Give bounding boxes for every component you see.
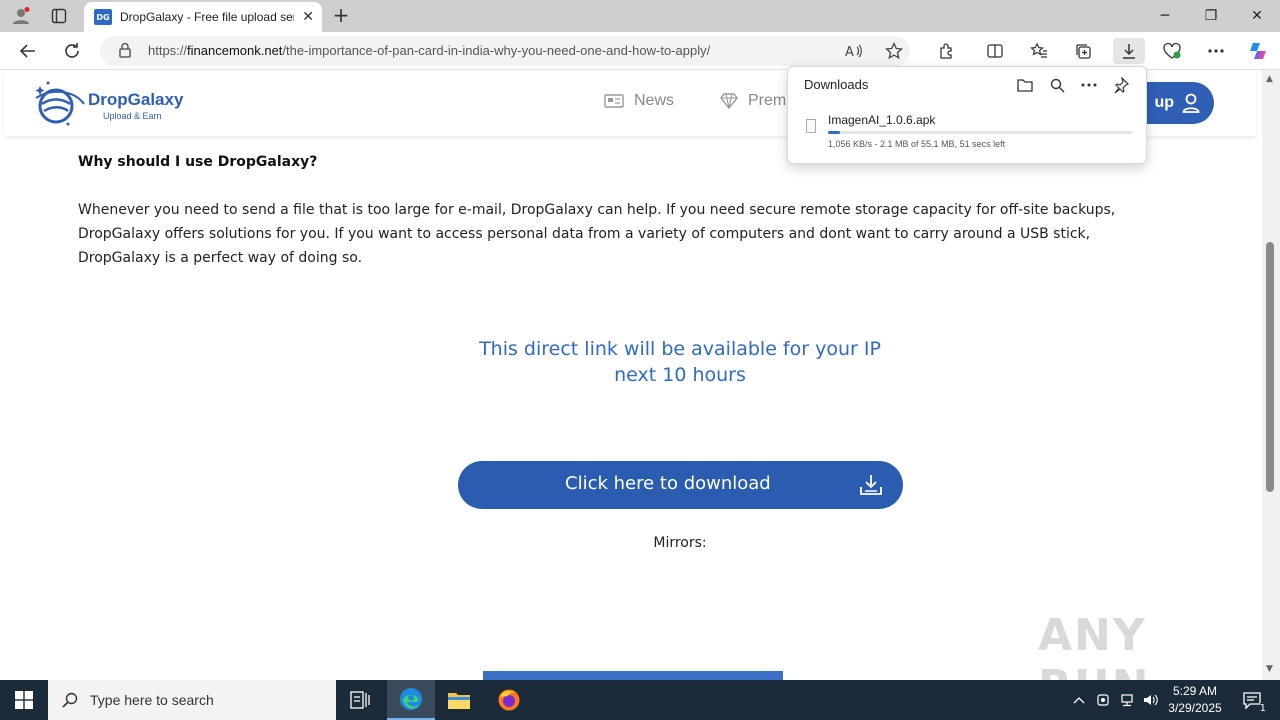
notification-count: 1 [1259,703,1266,714]
mirrors-label: Mirrors: [653,535,707,551]
edge-icon [400,688,422,710]
nav-news-label: News [634,92,675,109]
svg-text:A: A [845,45,854,59]
taskbar-file-explorer[interactable] [435,680,483,720]
url-host: financemonk.net [187,43,283,58]
faq-section: Why should I use DropGalaxy? Whenever yo… [78,154,1168,270]
extensions-icon[interactable] [933,38,961,64]
tab-strip: DG DropGalaxy - Free file upload service… [0,0,1280,32]
link-availability-notice: This direct link will be available for y… [380,336,980,388]
start-button[interactable] [0,680,48,720]
download-item[interactable]: ImagenAI_1.0.6.apk 1,056 KB/s - 2.1 MB o… [794,105,1140,159]
scroll-down-arrow-icon[interactable]: ▼ [1266,664,1273,674]
download-button-label: Click here to download [565,473,771,494]
download-button[interactable]: Click here to download [458,461,903,509]
browser-toolbar: https://financemonk.net/the-importance-o… [0,32,1280,70]
page-scrollbar[interactable]: ▲ ▼ [1262,70,1280,680]
taskbar-firefox[interactable] [485,680,533,720]
search-icon [62,692,78,708]
tab-dropgalaxy[interactable]: DG DropGalaxy - Free file upload service… [84,2,322,32]
url-scheme: https:// [148,43,188,58]
taskbar-clock[interactable]: 5:29 AM 3/29/2025 [1160,683,1230,717]
nav-premium[interactable]: Prem [720,92,786,110]
scroll-up-arrow-icon[interactable]: ▲ [1266,74,1273,84]
volume-icon[interactable] [1140,680,1162,720]
url-path: /the-importance-of-pan-card-in-india-why… [282,43,711,58]
new-tab-button[interactable]: + [330,3,352,27]
task-view-icon [350,691,370,709]
downloads-more-icon[interactable] [1078,75,1100,95]
refresh-button[interactable] [58,38,86,64]
back-button[interactable] [14,38,42,64]
taskbar: Type here to search 5:29 AM 3/29/2025 1 [0,680,1280,720]
nav-news[interactable]: News [604,92,674,110]
favorite-star-icon[interactable] [880,38,908,64]
clock-date: 3/29/2025 [1168,701,1222,715]
taskbar-search[interactable]: Type here to search [48,680,336,720]
dropgalaxy-logo-icon[interactable] [34,78,94,128]
profile-icon[interactable] [8,4,34,28]
file-icon [806,119,816,133]
search-placeholder: Type here to search [90,692,214,708]
browser-window: DG DropGalaxy - Free file upload service… [0,0,1280,680]
tab-actions-icon[interactable] [46,4,72,28]
clock-time: 5:29 AM [1172,684,1218,698]
user-icon [1182,93,1200,113]
downloads-panel: Downloads ImagenAI_1.0.6.apk 1,056 KB/s … [787,66,1147,164]
task-view-button[interactable] [336,680,384,720]
nav-premium-label: Prem [748,92,787,109]
diamond-icon [720,93,738,109]
download-status: 1,056 KB/s - 2.1 MB of 55.1 MB, 51 secs … [828,139,1006,149]
downloads-title: Downloads [804,77,869,92]
collections-icon[interactable] [1069,38,1097,64]
browser-essentials-icon[interactable] [1158,38,1186,64]
taskbar-edge[interactable] [387,680,435,720]
show-hidden-icons[interactable] [1068,680,1090,720]
tab-close-icon[interactable]: ✕ [302,9,314,25]
more-options-icon[interactable] [1202,38,1230,64]
search-downloads-icon[interactable] [1046,75,1068,95]
notice-line-2: next 10 hours [614,364,746,386]
newspaper-icon [604,94,624,108]
download-filename: ImagenAI_1.0.6.apk [828,113,936,127]
read-aloud-icon[interactable]: A [840,38,868,64]
scroll-thumb[interactable] [1266,242,1274,492]
anyrun-watermark: ANY RUN [1038,610,1148,680]
notification-center[interactable]: 1 [1232,680,1272,720]
url-text[interactable]: https://financemonk.net/the-importance-o… [148,43,710,58]
network-icon[interactable] [1116,680,1138,720]
folder-icon [448,693,470,709]
firefox-icon [498,689,520,711]
split-screen-icon[interactable] [981,38,1009,64]
downloads-icon[interactable] [1113,38,1145,64]
pin-icon[interactable] [1110,75,1132,95]
download-tray-icon [860,475,882,495]
banner-image[interactable] [483,671,783,680]
dropgalaxy-favicon-icon: DG [94,9,112,25]
tab-title: DropGalaxy - Free file upload service [120,10,294,24]
signup-label: up [1154,94,1174,111]
download-progress-bar [828,131,1132,134]
maximize-button[interactable]: ❐ [1188,0,1234,32]
notice-line-1: This direct link will be available for y… [479,338,881,360]
address-bar[interactable]: https://financemonk.net/the-importance-o… [100,36,910,66]
favorites-icon[interactable] [1025,38,1053,64]
brand-name[interactable]: DropGalaxy [88,90,183,110]
windows-logo-icon [15,691,33,709]
lock-icon[interactable] [118,42,132,62]
close-window-button[interactable]: ✕ [1234,0,1280,32]
download-progress-fill [828,131,840,134]
open-folder-icon[interactable] [1014,75,1036,95]
meet-now-icon[interactable] [1092,680,1114,720]
brand-tagline: Upload & Earn [103,111,162,121]
copilot-icon[interactable] [1244,38,1272,64]
minimize-button[interactable]: ─ [1142,0,1188,32]
faq-paragraph: Whenever you need to send a file that is… [78,202,1116,266]
